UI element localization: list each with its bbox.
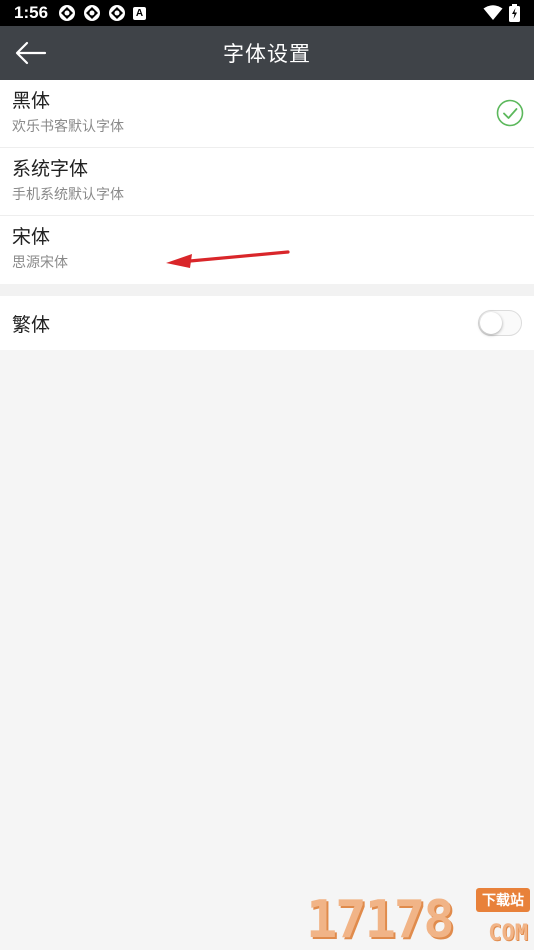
battery-charging-icon: [509, 4, 520, 22]
font-option-heiti[interactable]: 黑体 欢乐书客默认字体: [0, 80, 534, 148]
traditional-label: 繁体: [12, 313, 51, 336]
traditional-chinese-row: 繁体: [0, 296, 534, 350]
wifi-icon: [483, 5, 503, 20]
status-time: 1:56: [14, 3, 49, 22]
watermark-suffix: COM: [488, 921, 528, 946]
font-name: 系统字体: [12, 158, 89, 180]
a-badge-icon: A: [133, 6, 147, 20]
system-icons: [483, 4, 520, 22]
annotation-arrow-icon: [166, 250, 290, 268]
back-arrow-icon: [15, 41, 47, 65]
app-notification-icon: [59, 5, 76, 21]
app-bar: 字体设置: [0, 26, 534, 80]
site-watermark: 17178 下载站 COM: [306, 888, 530, 948]
font-description: 欢乐书客默认字体: [12, 119, 124, 135]
check-circle-icon: [496, 99, 524, 127]
back-button[interactable]: [14, 37, 48, 69]
notification-icons: A: [58, 4, 147, 22]
section-divider: [0, 284, 534, 296]
watermark-badge: 下载站: [476, 888, 530, 912]
toggle-knob: [480, 312, 502, 334]
status-bar: 1:56 A: [0, 0, 534, 26]
font-name: 黑体: [12, 90, 51, 112]
page-title: 字体设置: [223, 42, 311, 66]
watermark-digits: 17178: [306, 890, 455, 950]
app-notification-icon: [109, 5, 126, 21]
font-option-system[interactable]: 系统字体 手机系统默认字体: [0, 148, 534, 216]
traditional-toggle[interactable]: [478, 310, 522, 336]
app-notification-icon: [84, 5, 101, 21]
font-description: 手机系统默认字体: [12, 187, 124, 203]
